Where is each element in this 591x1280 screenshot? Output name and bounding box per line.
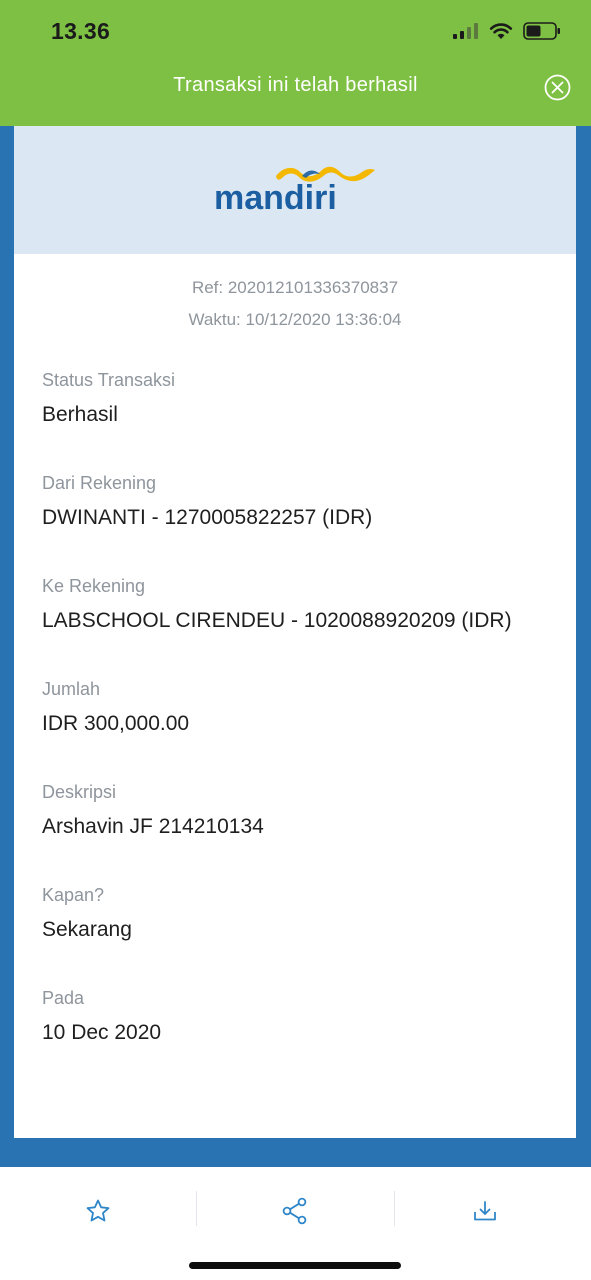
reference-number: Ref: 202012101336370837 xyxy=(191,278,399,297)
receipt-card: mandiri Ref: 202012101336370837 Waktu: 1… xyxy=(14,126,576,1138)
download-button[interactable] xyxy=(455,1193,515,1229)
share-button[interactable] xyxy=(265,1193,325,1229)
status-label: Status Transaksi xyxy=(42,370,176,390)
logo-band: mandiri xyxy=(14,126,576,254)
source-account-label: Dari Rekening xyxy=(42,473,157,493)
description-value: Arshavin JF 214210134 xyxy=(42,815,264,838)
favorite-button[interactable] xyxy=(68,1193,128,1229)
success-header: 13.36 Transaksi ini telah berhasil xyxy=(0,0,591,126)
download-icon xyxy=(474,1201,496,1221)
success-message: Transaksi ini telah berhasil xyxy=(173,74,418,96)
mandiri-logo: mandiri xyxy=(214,166,375,214)
transaction-receipt-screen: 13.36 Transaksi ini telah berhasil mandi… xyxy=(0,0,591,1280)
when-label: Kapan? xyxy=(42,885,105,905)
wifi-icon xyxy=(489,22,513,45)
source-account-value: DWINANTI - 1270005822257 (IDR) xyxy=(42,506,373,529)
home-indicator[interactable] xyxy=(189,1262,401,1269)
status-time: 13.36 xyxy=(51,18,111,44)
status-value: Berhasil xyxy=(42,403,118,426)
toolbar-divider xyxy=(394,1191,395,1226)
date-value: 10 Dec 2020 xyxy=(42,1021,162,1044)
star-icon xyxy=(86,1199,110,1222)
amount-label: Jumlah xyxy=(42,679,101,699)
amount-value: IDR 300,000.00 xyxy=(42,712,190,735)
share-icon xyxy=(282,1197,307,1225)
transaction-time: Waktu: 10/12/2020 13:36:04 xyxy=(188,310,402,329)
toolbar-divider xyxy=(196,1191,197,1226)
battery-icon xyxy=(523,22,561,45)
description-label: Deskripsi xyxy=(42,782,117,802)
close-circle-icon xyxy=(544,74,571,101)
destination-account-label: Ke Rekening xyxy=(42,576,146,596)
status-icons xyxy=(453,22,561,45)
cellular-signal-icon xyxy=(453,23,479,44)
logo-wordmark: mandiri xyxy=(214,179,337,214)
bottom-toolbar xyxy=(0,1167,591,1280)
destination-account-value: LABSCHOOL CIRENDEU - 1020088920209 (IDR) xyxy=(42,609,512,632)
date-label: Pada xyxy=(42,988,85,1008)
when-value: Sekarang xyxy=(42,918,132,941)
close-button[interactable] xyxy=(544,74,571,101)
